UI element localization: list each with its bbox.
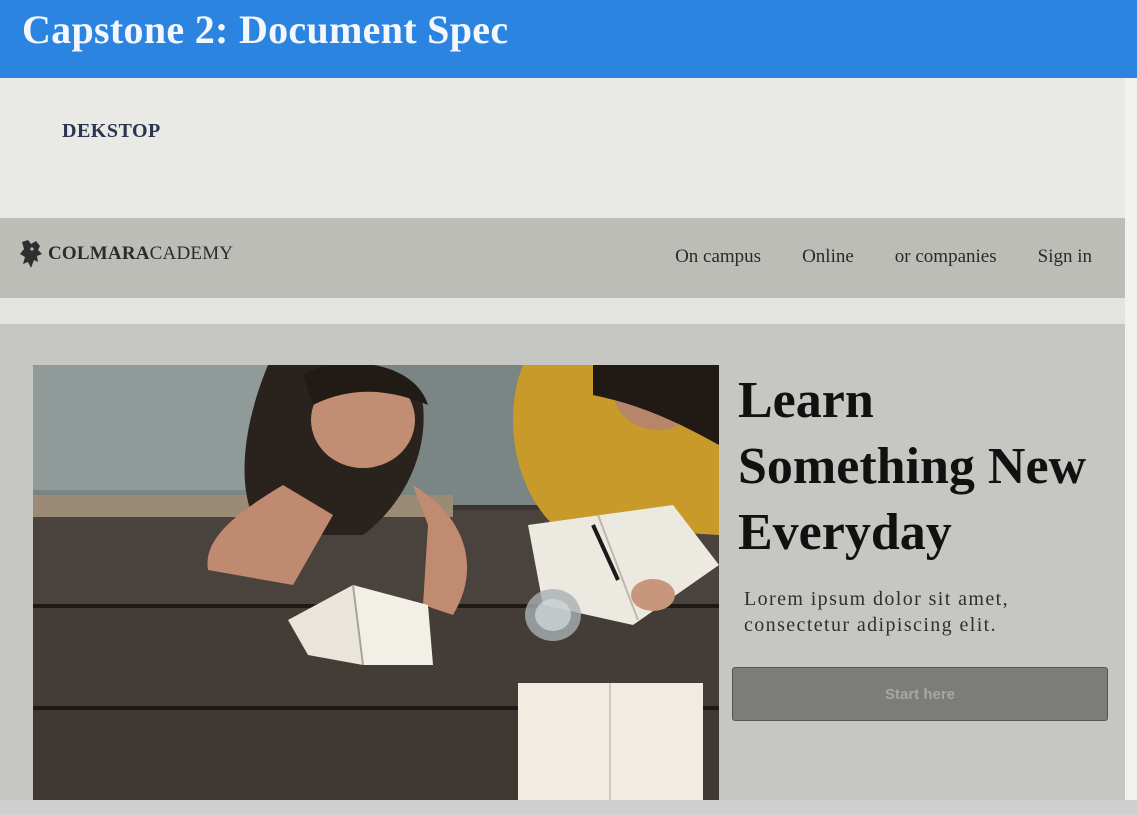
hero-photo-illustration <box>33 365 719 800</box>
hero-title-line: Learn <box>738 372 874 429</box>
hero-title-line: Everyday <box>738 504 952 561</box>
nav-link-sign-in[interactable]: Sign in <box>1038 246 1092 268</box>
logo-text: COLMARACADEMY <box>48 243 233 265</box>
hero-subtitle: Lorem ipsum dolor sit amet, consectetur … <box>744 588 1009 636</box>
logo-text-rest: CADEMY <box>149 243 234 264</box>
hero-section: Learn Something New Everyday Lorem ipsum… <box>0 324 1125 800</box>
nav-links: On campus Online or companies Sign in <box>675 246 1092 268</box>
start-here-button[interactable]: Start here <box>732 667 1108 721</box>
viewport-label: DEKSTOP <box>62 120 161 142</box>
hero-title-line: Something New <box>738 438 1087 495</box>
page-edge <box>1125 78 1137 815</box>
document-title: Capstone 2: Document Spec <box>22 7 509 52</box>
screen-bottom-bar <box>0 800 1137 815</box>
hero-title: Learn Something New Everyday <box>738 368 1123 566</box>
nav-link-on-campus[interactable]: On campus <box>675 246 761 268</box>
site-navbar: COLMARACADEMY On campus Online or compan… <box>0 218 1125 298</box>
spec-section: DEKSTOP <box>0 78 1125 218</box>
hero-image <box>33 365 719 800</box>
document-header: Capstone 2: Document Spec <box>0 0 1137 78</box>
nav-link-online[interactable]: Online <box>802 246 854 268</box>
logo-text-bold: COLMARA <box>48 243 150 264</box>
nav-link-for-companies[interactable]: or companies <box>895 246 997 268</box>
site-logo[interactable]: COLMARACADEMY <box>18 238 233 270</box>
griffin-crest-icon <box>20 240 42 268</box>
navbar-divider <box>0 298 1125 324</box>
